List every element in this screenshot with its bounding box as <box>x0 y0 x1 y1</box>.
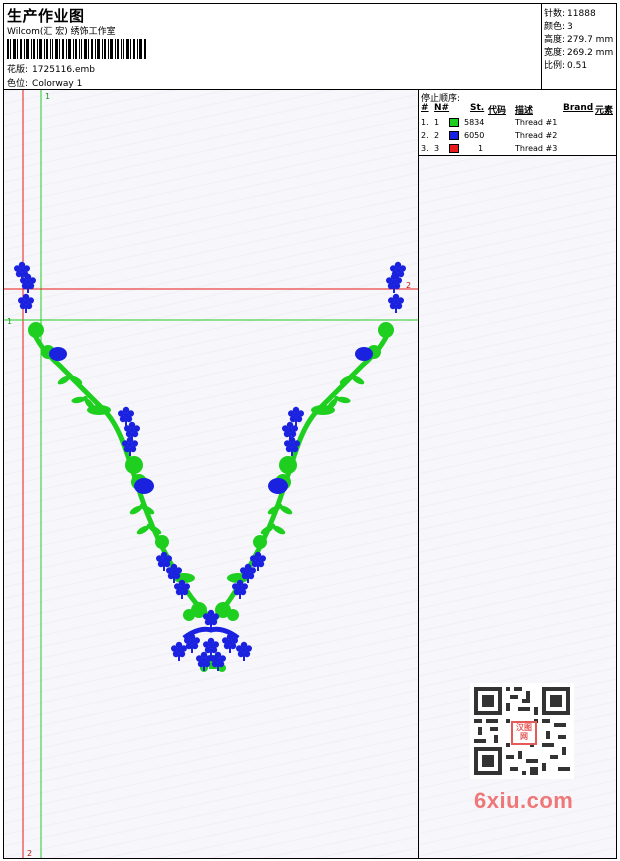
red-vertical-guide-label: 2 <box>27 849 32 858</box>
colorway-name: Colorway 1 <box>32 79 83 89</box>
colorway: 色位: Colorway 1 <box>7 76 86 89</box>
stop-sequence-panel: 停止顺序: # N# St. 代码 描述 Brand 元素 1. 1 5834 … <box>419 90 616 156</box>
stat-stitches: 针数: 11888 <box>544 9 596 19</box>
col-desc-header: 描述 <box>515 106 534 116</box>
col-n-header: N# <box>434 103 450 113</box>
stop-sequence-row: 2. 2 6050 Thread #2 <box>421 131 558 140</box>
embroidery-design: 1 1 2 2 <box>4 90 418 858</box>
colorway-label: 色位: <box>7 79 29 89</box>
stat-colors: 颜色: 3 <box>544 22 573 32</box>
guide-lines: 1 1 2 2 <box>4 90 418 858</box>
col-element-header: 元素 <box>595 106 614 116</box>
stop-sequence-row: 3. 3 1 Thread #3 <box>421 144 558 153</box>
page-title: 生产作业图 <box>7 7 85 25</box>
col-code-header: 代码 <box>488 106 507 116</box>
blue-flowers-thread-2 <box>14 261 406 671</box>
studio-name: Wilcom(汇 宏) 绣饰工作室 <box>7 27 116 37</box>
barcode <box>7 39 146 59</box>
site-watermark: 6xiu.com <box>474 788 574 813</box>
green-vertical-guide-label: 1 <box>45 92 50 101</box>
thread-color-swatch <box>449 144 459 153</box>
header-info: 生产作业图 Wilcom(汇 宏) 绣饰工作室 花版: 1725116.emb … <box>4 4 542 90</box>
col-brand-header: Brand <box>563 103 594 113</box>
design-stats: 针数: 11888 颜色: 3 高度: 279.7 mm 宽度: 269.2 mm 比例… <box>542 4 616 90</box>
stat-width: 宽度: 269.2 mm <box>544 48 614 58</box>
stop-sequence-row: 1. 1 5834 Thread #1 <box>421 118 558 127</box>
design-file-label: 花版: <box>7 65 29 75</box>
col-num-header: # <box>421 103 429 113</box>
design-file: 花版: 1725116.emb <box>7 62 99 75</box>
col-st-header: St. <box>470 103 485 113</box>
design-file-name: 1725116.emb <box>32 65 96 75</box>
thread-color-swatch <box>449 131 459 140</box>
stat-height: 高度: 279.7 mm <box>544 35 614 45</box>
embroidery-design-area: 1 1 2 2 <box>4 90 419 858</box>
thread-color-swatch <box>449 118 459 127</box>
stat-scale: 比例: 0.51 <box>544 61 588 71</box>
qr-code: 汉图网 <box>470 683 574 779</box>
green-horizontal-guide-label: 1 <box>7 317 12 326</box>
red-horizontal-guide-label: 2 <box>406 281 411 290</box>
qr-stamp-logo: 汉图网 <box>511 721 537 745</box>
green-vine-thread-1 <box>29 325 393 623</box>
